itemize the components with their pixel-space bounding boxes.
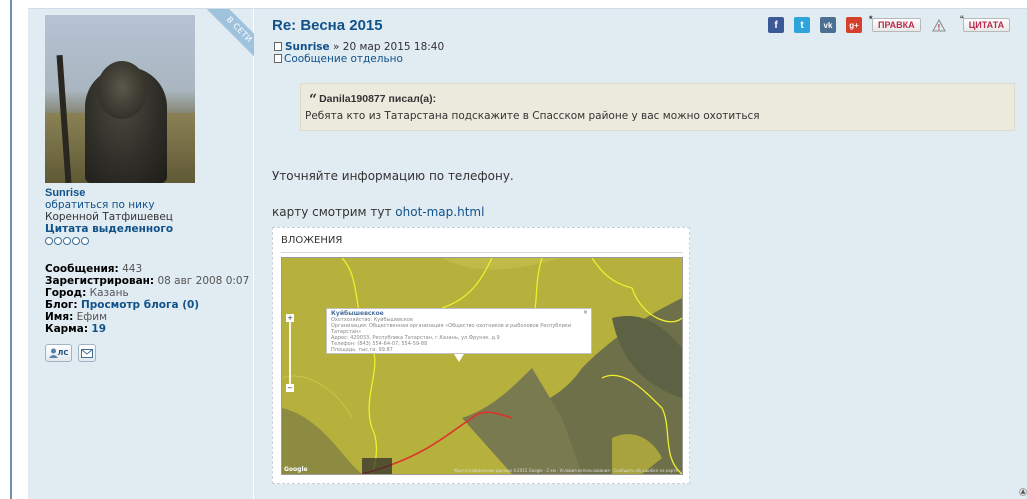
blog-link[interactable]: Просмотр блога (0) xyxy=(81,299,199,311)
post-author[interactable]: Sunrise xyxy=(285,41,330,53)
post-paragraph-2: карту смотрим тут ohot-map.html xyxy=(272,205,484,219)
name-label: Имя: xyxy=(45,311,74,323)
post-date: » 20 мар 2015 18:40 xyxy=(333,41,445,53)
zoom-track[interactable] xyxy=(289,320,291,390)
ohot-map-link[interactable]: ohot-map.html xyxy=(395,205,484,219)
online-ribbon: В СЕТИ xyxy=(199,9,254,64)
user-avatar[interactable] xyxy=(45,15,195,183)
contact-icons: ЛС xyxy=(45,344,96,362)
quote-text: Ребята кто из Татарстана подскажите в Сп… xyxy=(305,110,760,122)
edit-button[interactable]: * ПРАВКА xyxy=(869,14,921,32)
city-label: Город: xyxy=(45,287,87,299)
edit-label: ПРАВКА xyxy=(878,20,915,30)
page-left-border xyxy=(10,0,12,499)
quote-button[interactable]: “ ЦИТАТА xyxy=(960,14,1011,32)
quote-selected-link[interactable]: Цитата выделенного xyxy=(45,223,173,235)
pm-label: ЛС xyxy=(57,349,69,357)
post-profile: В СЕТИ Sunrise обратиться по нику Коренн… xyxy=(28,9,254,499)
rank-star-icon xyxy=(81,237,89,245)
quote-header: “Danila190877 писал(а): xyxy=(309,92,436,108)
single-post-link[interactable]: Сообщение отдельно xyxy=(274,53,403,65)
quote-mark-icon: “ xyxy=(309,92,318,108)
post-meta: Sunrise » 20 мар 2015 18:40 xyxy=(274,41,444,53)
name-row: Имя: Ефим xyxy=(45,311,249,323)
map-copyright: Картографические данные ©2015 Google · 2… xyxy=(454,468,678,473)
rank-star-icon xyxy=(63,237,71,245)
twitter-icon[interactable]: t xyxy=(794,17,810,33)
posts-label: Сообщения: xyxy=(45,263,119,275)
blog-row: Блог: Просмотр блога (0) xyxy=(45,299,249,311)
map-info-popup: × Куйбышевское Охотхозяйство: Куйбышевск… xyxy=(326,308,592,354)
username-link[interactable]: Sunrise xyxy=(45,187,85,199)
single-post-label: Сообщение отдельно xyxy=(284,53,403,65)
rank-stars xyxy=(45,237,89,245)
pm-icon xyxy=(48,348,58,358)
attachments-box: ВЛОЖЕНИЯ + − × Куйбышевское Охотхозяйств… xyxy=(272,227,690,484)
facebook-icon[interactable]: f xyxy=(768,17,784,33)
registered-label: Зарегистрирован: xyxy=(45,275,155,287)
zoom-in-button[interactable]: + xyxy=(286,314,294,322)
city-value: Казань xyxy=(89,287,129,299)
post-title[interactable]: Re: Весна 2015 xyxy=(272,17,383,34)
attachments-divider xyxy=(281,252,683,253)
forum-post: В СЕТИ Sunrise обратиться по нику Коренн… xyxy=(28,8,1027,499)
star-icon: * xyxy=(869,14,873,24)
rank-star-icon xyxy=(72,237,80,245)
zoom-out-button[interactable]: − xyxy=(286,384,294,392)
quote-mark-icon: “ xyxy=(959,14,965,24)
online-label: В СЕТИ xyxy=(201,9,254,64)
popup-line: Площадь, тыс.га: 99.87 xyxy=(331,347,393,353)
post-paragraph-1: Уточняйте информацию по телефону. xyxy=(272,169,514,183)
call-by-nick-link[interactable]: обратиться по нику xyxy=(45,199,155,211)
posts-row: Сообщения: 443 xyxy=(45,263,249,275)
popup-pointer xyxy=(454,354,464,362)
email-button[interactable] xyxy=(78,344,96,362)
registered-row: Зарегистрирован: 08 авг 2008 0:07 xyxy=(45,275,249,287)
pm-button[interactable]: ЛС xyxy=(45,344,72,362)
quote-block: “Danila190877 писал(а): Ребята кто из Та… xyxy=(300,83,1015,131)
scroll-top-icon[interactable]: ▲ xyxy=(1019,488,1027,496)
city-row: Город: Казань xyxy=(45,287,249,299)
blog-label: Блог: xyxy=(45,299,78,311)
karma-row: Карма: 19 xyxy=(45,323,249,335)
report-label: ! xyxy=(937,23,940,32)
map-terrain xyxy=(282,258,682,474)
post-body: Re: Весна 2015 Sunrise » 20 мар 2015 18:… xyxy=(272,9,1027,499)
quote-label: ЦИТАТА xyxy=(968,20,1005,30)
popup-close-icon[interactable]: × xyxy=(583,310,588,316)
warning-icon: ! xyxy=(931,18,946,32)
popup-line: Организация: Общественная организация «О… xyxy=(331,323,572,335)
profile-info: Сообщения: 443 Зарегистрирован: 08 авг 2… xyxy=(45,263,249,335)
googleplus-icon[interactable]: g+ xyxy=(846,17,862,33)
paragraph-2-text: карту смотрим тут xyxy=(272,205,396,219)
post-actions: f t vk g+ * ПРАВКА ! “ ЦИТАТА xyxy=(768,14,1011,33)
mail-icon xyxy=(81,348,93,358)
avatar-head xyxy=(97,61,147,119)
posts-value: 443 xyxy=(122,263,143,275)
user-rank: Коренной Татфишевец xyxy=(45,211,173,223)
quote-author: Danila190877 писал(а): xyxy=(319,93,437,105)
karma-link[interactable]: 19 xyxy=(91,323,106,335)
registered-value: 08 авг 2008 0:07 xyxy=(157,275,250,287)
name-value: Ефим xyxy=(76,311,108,323)
attachments-heading: ВЛОЖЕНИЯ xyxy=(281,235,343,246)
vk-icon[interactable]: vk xyxy=(820,17,836,33)
rank-star-icon xyxy=(45,237,53,245)
map-zoom-control: + − xyxy=(286,314,294,392)
rank-star-icon xyxy=(54,237,62,245)
map-image[interactable]: + − × Куйбышевское Охотхозяйство: Куйбыш… xyxy=(281,257,683,475)
karma-label: Карма: xyxy=(45,323,89,335)
document-icon xyxy=(274,54,282,63)
report-button[interactable]: ! xyxy=(931,18,947,32)
document-icon xyxy=(274,42,282,51)
map-brand: Google xyxy=(284,466,308,473)
